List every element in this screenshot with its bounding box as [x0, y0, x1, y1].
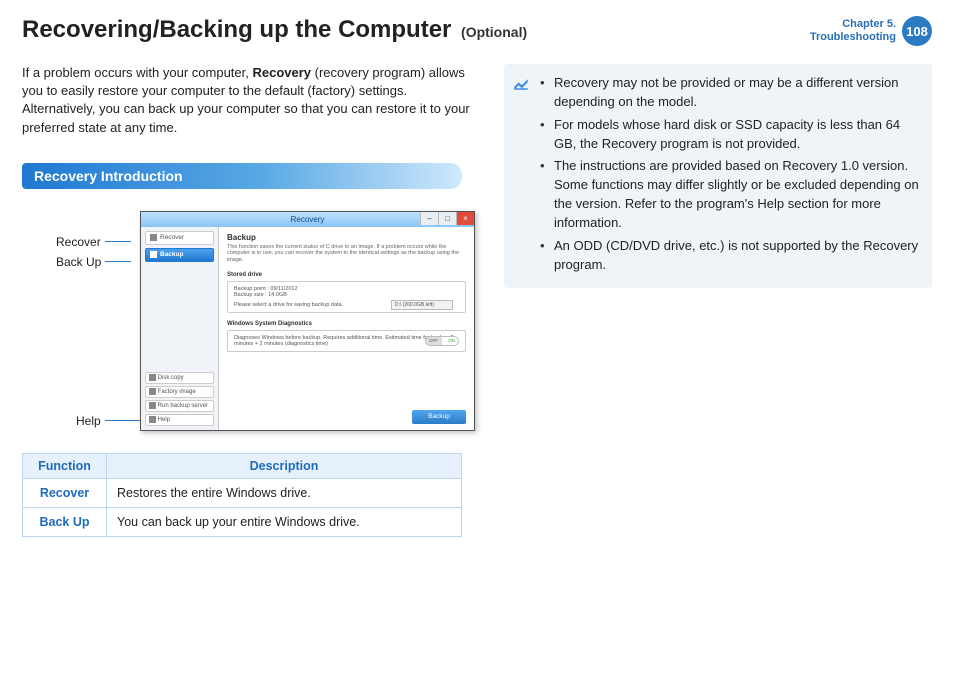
desc-recover: Restores the entire Windows drive.: [107, 478, 462, 507]
diag-desc: Diagnoses Windows before backup. Require…: [234, 335, 454, 347]
drive-dropdown-value: D:\ (200.0GB left): [395, 302, 434, 308]
callout-recover: Recover: [56, 235, 131, 249]
th-description: Description: [107, 453, 462, 478]
sidebar-server-label: Run backup server: [158, 403, 208, 409]
table-row: Back Up You can back up your entire Wind…: [23, 507, 462, 536]
note-icon: [512, 74, 530, 92]
recover-icon: [150, 234, 157, 241]
chapter-line-1: Chapter 5.: [810, 18, 896, 31]
sidebar-factory-label: Factory image: [158, 389, 196, 395]
callout-recover-label: Recover: [56, 235, 101, 249]
minimize-button[interactable]: –: [420, 212, 438, 225]
sidebar-recover-label: Recover: [160, 234, 184, 241]
callout-help-label: Help: [76, 414, 101, 428]
callout-backup-label: Back Up: [56, 255, 101, 269]
note-item: The instructions are provided based on R…: [540, 157, 920, 232]
sidebar-backup-label: Backup: [160, 251, 183, 258]
stored-drive-heading: Stored drive: [227, 272, 466, 278]
page-title: Recovering/Backing up the Computer: [22, 16, 451, 43]
chapter-block: Chapter 5. Troubleshooting 108: [810, 16, 932, 46]
toggle-on-label: ON: [448, 338, 455, 343]
backup-icon: [150, 251, 157, 258]
page-title-group: Recovering/Backing up the Computer (Opti…: [22, 16, 527, 44]
sidebar-disk-copy[interactable]: Disk copy: [145, 372, 214, 384]
app-main-heading: Backup: [227, 233, 466, 242]
diag-panel: Diagnoses Windows before backup. Require…: [227, 330, 466, 352]
app-main: Backup This function saves the current s…: [219, 227, 474, 430]
backup-size: Backup size : 14.0GB: [234, 292, 459, 298]
recovery-app-window: Recovery – □ × Recover Backup Disk copy: [140, 211, 475, 431]
function-table: Function Description Recover Restores th…: [22, 453, 462, 537]
app-main-desc: This function saves the current status o…: [227, 244, 466, 264]
chapter-text: Chapter 5. Troubleshooting: [810, 18, 896, 44]
backup-button[interactable]: Backup: [412, 410, 466, 424]
note-box: Recovery may not be provided or may be a…: [504, 64, 932, 288]
note-item: Recovery may not be provided or may be a…: [540, 74, 920, 112]
note-item: For models whose hard disk or SSD capaci…: [540, 116, 920, 154]
help-icon: [149, 416, 156, 423]
app-titlebar: Recovery – □ ×: [141, 212, 474, 227]
fn-recover: Recover: [23, 478, 107, 507]
chapter-line-2: Troubleshooting: [810, 31, 896, 44]
maximize-button[interactable]: □: [438, 212, 456, 225]
disk-icon: [149, 374, 156, 381]
drive-dropdown[interactable]: D:\ (200.0GB left): [391, 300, 453, 310]
sidebar-factory-image[interactable]: Factory image: [145, 386, 214, 398]
close-button[interactable]: ×: [456, 212, 474, 225]
factory-icon: [149, 388, 156, 395]
app-title: Recovery: [291, 215, 325, 224]
server-icon: [149, 402, 156, 409]
intro-bold: Recovery: [252, 65, 311, 80]
callout-backup: Back Up: [56, 255, 131, 269]
callout-help: Help: [76, 414, 147, 428]
toggle-off-label: OFF: [429, 338, 438, 343]
window-buttons: – □ ×: [420, 212, 474, 225]
section-heading: Recovery Introduction: [22, 163, 462, 189]
diag-toggle[interactable]: OFF ON: [425, 336, 459, 346]
sidebar-item-recover[interactable]: Recover: [145, 231, 214, 245]
th-function: Function: [23, 453, 107, 478]
table-row: Recover Restores the entire Windows driv…: [23, 478, 462, 507]
sidebar-help[interactable]: Help: [145, 414, 214, 426]
sidebar-disk-copy-label: Disk copy: [158, 375, 184, 381]
page-header: Recovering/Backing up the Computer (Opti…: [22, 16, 932, 46]
intro-paragraph: If a problem occurs with your computer, …: [22, 64, 482, 137]
note-item: An ODD (CD/DVD drive, etc.) is not suppo…: [540, 237, 920, 275]
diag-heading: Windows System Diagnostics: [227, 321, 466, 327]
page-title-suffix: (Optional): [461, 24, 527, 40]
sidebar-item-backup[interactable]: Backup: [145, 248, 214, 262]
fn-backup: Back Up: [23, 507, 107, 536]
select-drive-text: Please select a drive for saving backup …: [234, 302, 343, 308]
desc-backup: You can back up your entire Windows driv…: [107, 507, 462, 536]
sidebar-run-server[interactable]: Run backup server: [145, 400, 214, 412]
screenshot-area: Recover Back Up Help Recovery – □ ×: [22, 211, 482, 441]
intro-part1: If a problem occurs with your computer,: [22, 65, 252, 80]
backup-info-panel: Backup point : 09/11/2012 Backup size : …: [227, 281, 466, 313]
app-sidebar: Recover Backup Disk copy Factory image R…: [141, 227, 219, 430]
sidebar-help-label: Help: [158, 417, 170, 423]
page-number-badge: 108: [902, 16, 932, 46]
backup-button-label: Backup: [428, 413, 450, 420]
